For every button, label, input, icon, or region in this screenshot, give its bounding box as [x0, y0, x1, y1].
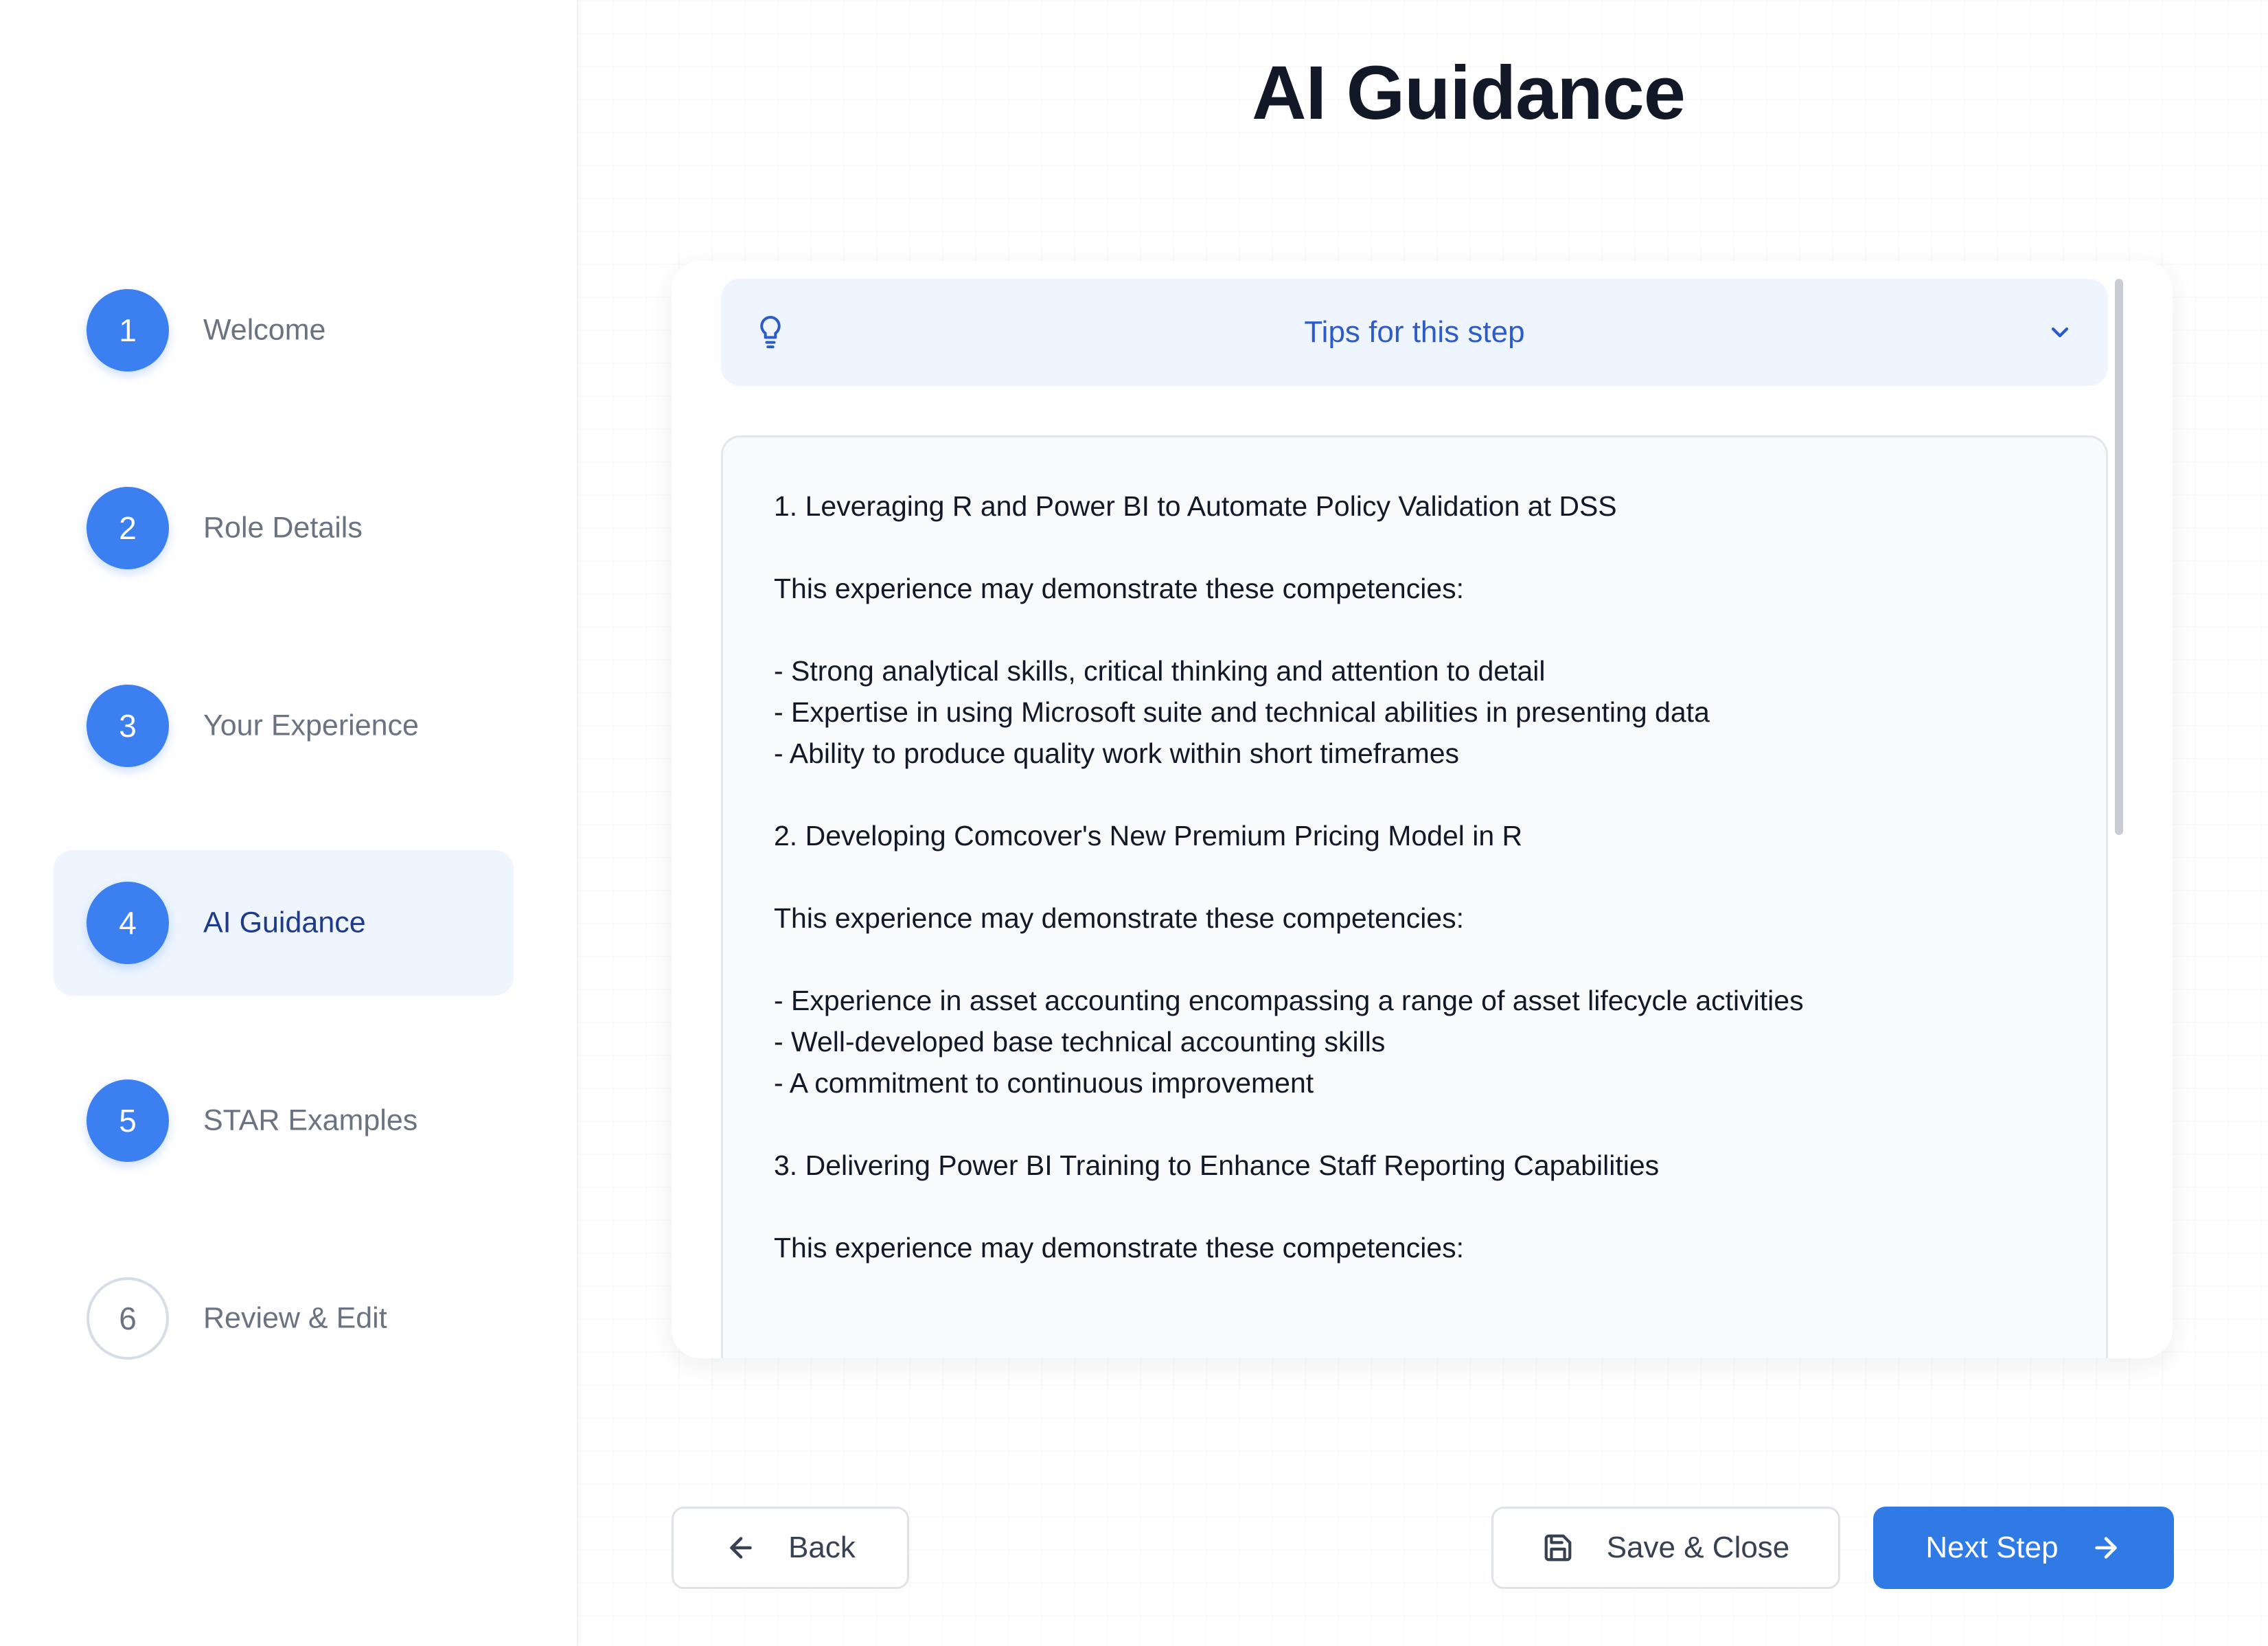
tips-accordion[interactable]: Tips for this step — [721, 279, 2108, 386]
page-title: AI Guidance — [1252, 51, 1686, 135]
step-label: Welcome — [203, 313, 326, 347]
step-number-badge: 4 — [87, 882, 169, 964]
lightbulb-icon — [760, 315, 781, 349]
step-your-experience[interactable]: 3 Your Experience — [54, 653, 514, 799]
save-icon — [1544, 1534, 1572, 1562]
save-close-label: Save & Close — [1606, 1531, 1790, 1564]
stepper-sidebar: 1 Welcome 2 Role Details 3 Your Experien… — [0, 0, 578, 1646]
step-review-edit[interactable]: 6 Review & Edit — [54, 1246, 514, 1391]
arrow-right-icon — [2094, 1537, 2117, 1559]
next-step-label: Next Step — [1925, 1531, 2059, 1564]
step-welcome[interactable]: 1 Welcome — [54, 258, 514, 403]
step-role-details[interactable]: 2 Role Details — [54, 455, 514, 601]
guidance-text: 1. Leveraging R and Power BI to Automate… — [774, 490, 1804, 1264]
step-star-examples[interactable]: 5 STAR Examples — [54, 1048, 514, 1193]
step-number-badge: 1 — [87, 289, 169, 372]
step-number-badge: 5 — [87, 1079, 169, 1162]
save-close-button[interactable]: Save & Close — [1491, 1507, 1840, 1589]
app-window: 1 Welcome 2 Role Details 3 Your Experien… — [0, 0, 2268, 1646]
step-number-badge: 3 — [87, 685, 169, 767]
back-button[interactable]: Back — [672, 1507, 909, 1589]
step-label: STAR Examples — [203, 1104, 418, 1137]
step-label: Review & Edit — [203, 1301, 387, 1335]
main-panel: AI Guidance Tips for this step 1. Levera… — [580, 0, 2268, 1646]
guidance-card: Tips for this step 1. Leveraging R and P… — [672, 261, 2173, 1358]
next-step-button[interactable]: Next Step — [1873, 1507, 2174, 1589]
step-ai-guidance[interactable]: 4 AI Guidance — [54, 850, 514, 996]
arrow-left-icon — [730, 1537, 752, 1559]
content-scrollbar[interactable] — [2115, 279, 2123, 1358]
step-label: Role Details — [203, 511, 363, 545]
step-label: Your Experience — [203, 709, 419, 742]
scrollbar-thumb[interactable] — [2115, 279, 2123, 835]
step-number-badge: 6 — [87, 1277, 169, 1360]
step-number-badge: 2 — [87, 487, 169, 569]
tips-label: Tips for this step — [1304, 315, 1525, 349]
guidance-text-area[interactable]: 1. Leveraging R and Power BI to Automate… — [721, 435, 2108, 1358]
chevron-down-icon — [2051, 327, 2069, 338]
step-label: AI Guidance — [203, 906, 366, 939]
back-button-label: Back — [788, 1531, 856, 1564]
